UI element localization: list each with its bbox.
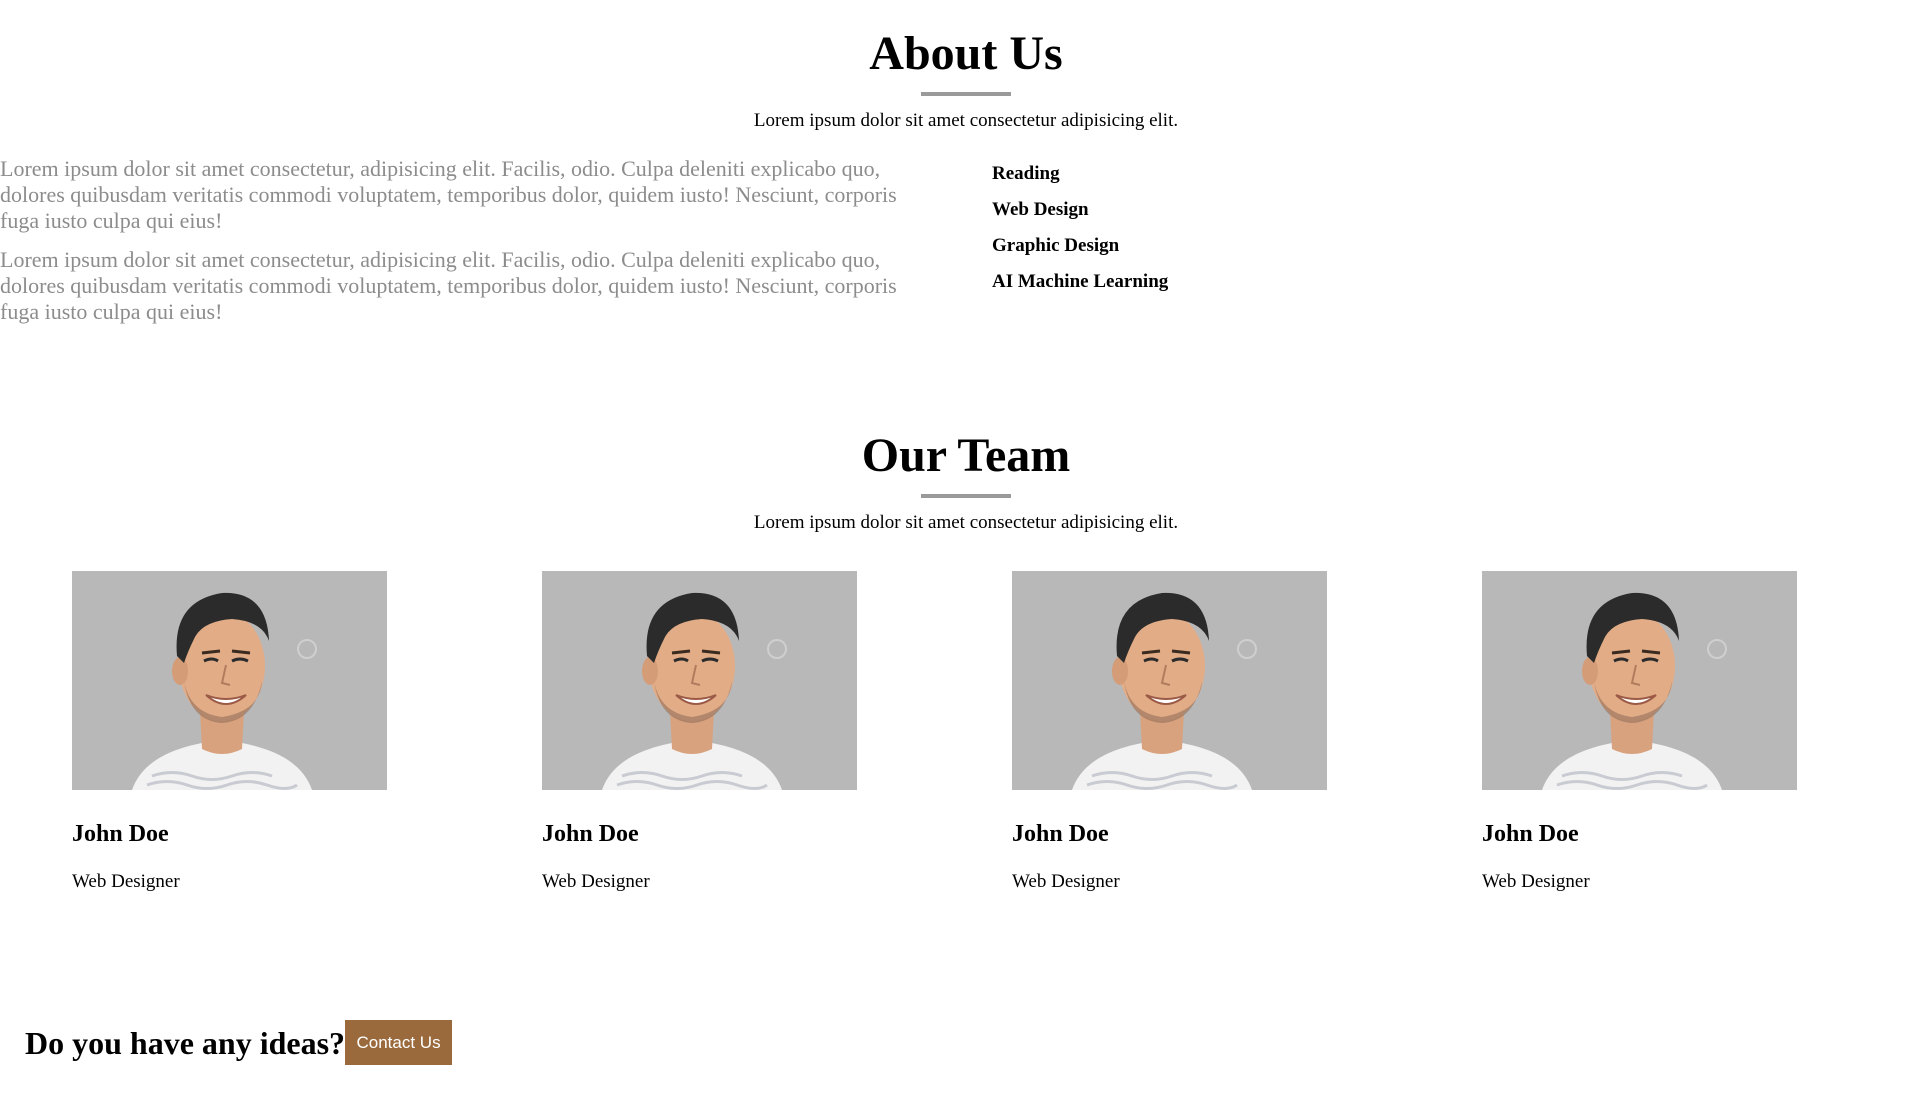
member-name: John Doe — [1012, 821, 1109, 847]
member-name: John Doe — [1482, 821, 1579, 847]
about-subtitle: Lorem ipsum dolor sit amet consectetur a… — [753, 110, 1179, 131]
member-role: Web Designer — [1012, 871, 1120, 892]
team-card: John Doe Web Designer — [1012, 571, 1327, 894]
cta-text: Do you have any ideas? — [25, 1024, 346, 1061]
page: About Us Lorem ipsum dolor sit amet cons… — [0, 0, 1920, 1113]
team-card: John Doe Web Designer — [1482, 571, 1797, 894]
about-title: About Us — [869, 27, 1063, 80]
smiling-man-portrait-icon — [1012, 571, 1327, 790]
team-title: Our Team — [861, 429, 1071, 482]
team-card: John Doe Web Designer — [542, 571, 857, 894]
member-role: Web Designer — [542, 871, 650, 892]
interest-item-graphic-design: Graphic Design — [992, 235, 1120, 256]
member-role: Web Designer — [1482, 871, 1590, 892]
smiling-man-portrait-icon — [542, 571, 857, 790]
team-title-underline — [921, 494, 1011, 498]
member-role: Web Designer — [72, 871, 180, 892]
team-subtitle: Lorem ipsum dolor sit amet consectetur a… — [753, 512, 1179, 533]
about-description: Lorem ipsum dolor sit amet consectetur, … — [0, 156, 940, 338]
team-card: John Doe Web Designer — [72, 571, 387, 894]
contact-us-button[interactable]: Contact Us — [345, 1020, 453, 1065]
interest-item-web-design: Web Design — [992, 199, 1089, 220]
about-paragraph-2: Lorem ipsum dolor sit amet consectetur, … — [0, 247, 897, 324]
interest-item-ai-machine-learning: AI Machine Learning — [992, 271, 1169, 292]
about-paragraph-1: Lorem ipsum dolor sit amet consectetur, … — [0, 156, 897, 233]
smiling-man-portrait-icon — [72, 571, 387, 790]
smiling-man-portrait-icon — [1482, 571, 1797, 790]
interest-item-reading: Reading — [992, 163, 1060, 184]
member-name: John Doe — [72, 821, 169, 847]
interests-list: Reading Web Design Graphic Design AI Mac… — [992, 156, 1168, 300]
contact-cta: Do you have any ideas? Contact Us — [25, 1020, 453, 1065]
about-title-underline — [921, 92, 1011, 96]
member-name: John Doe — [542, 821, 639, 847]
